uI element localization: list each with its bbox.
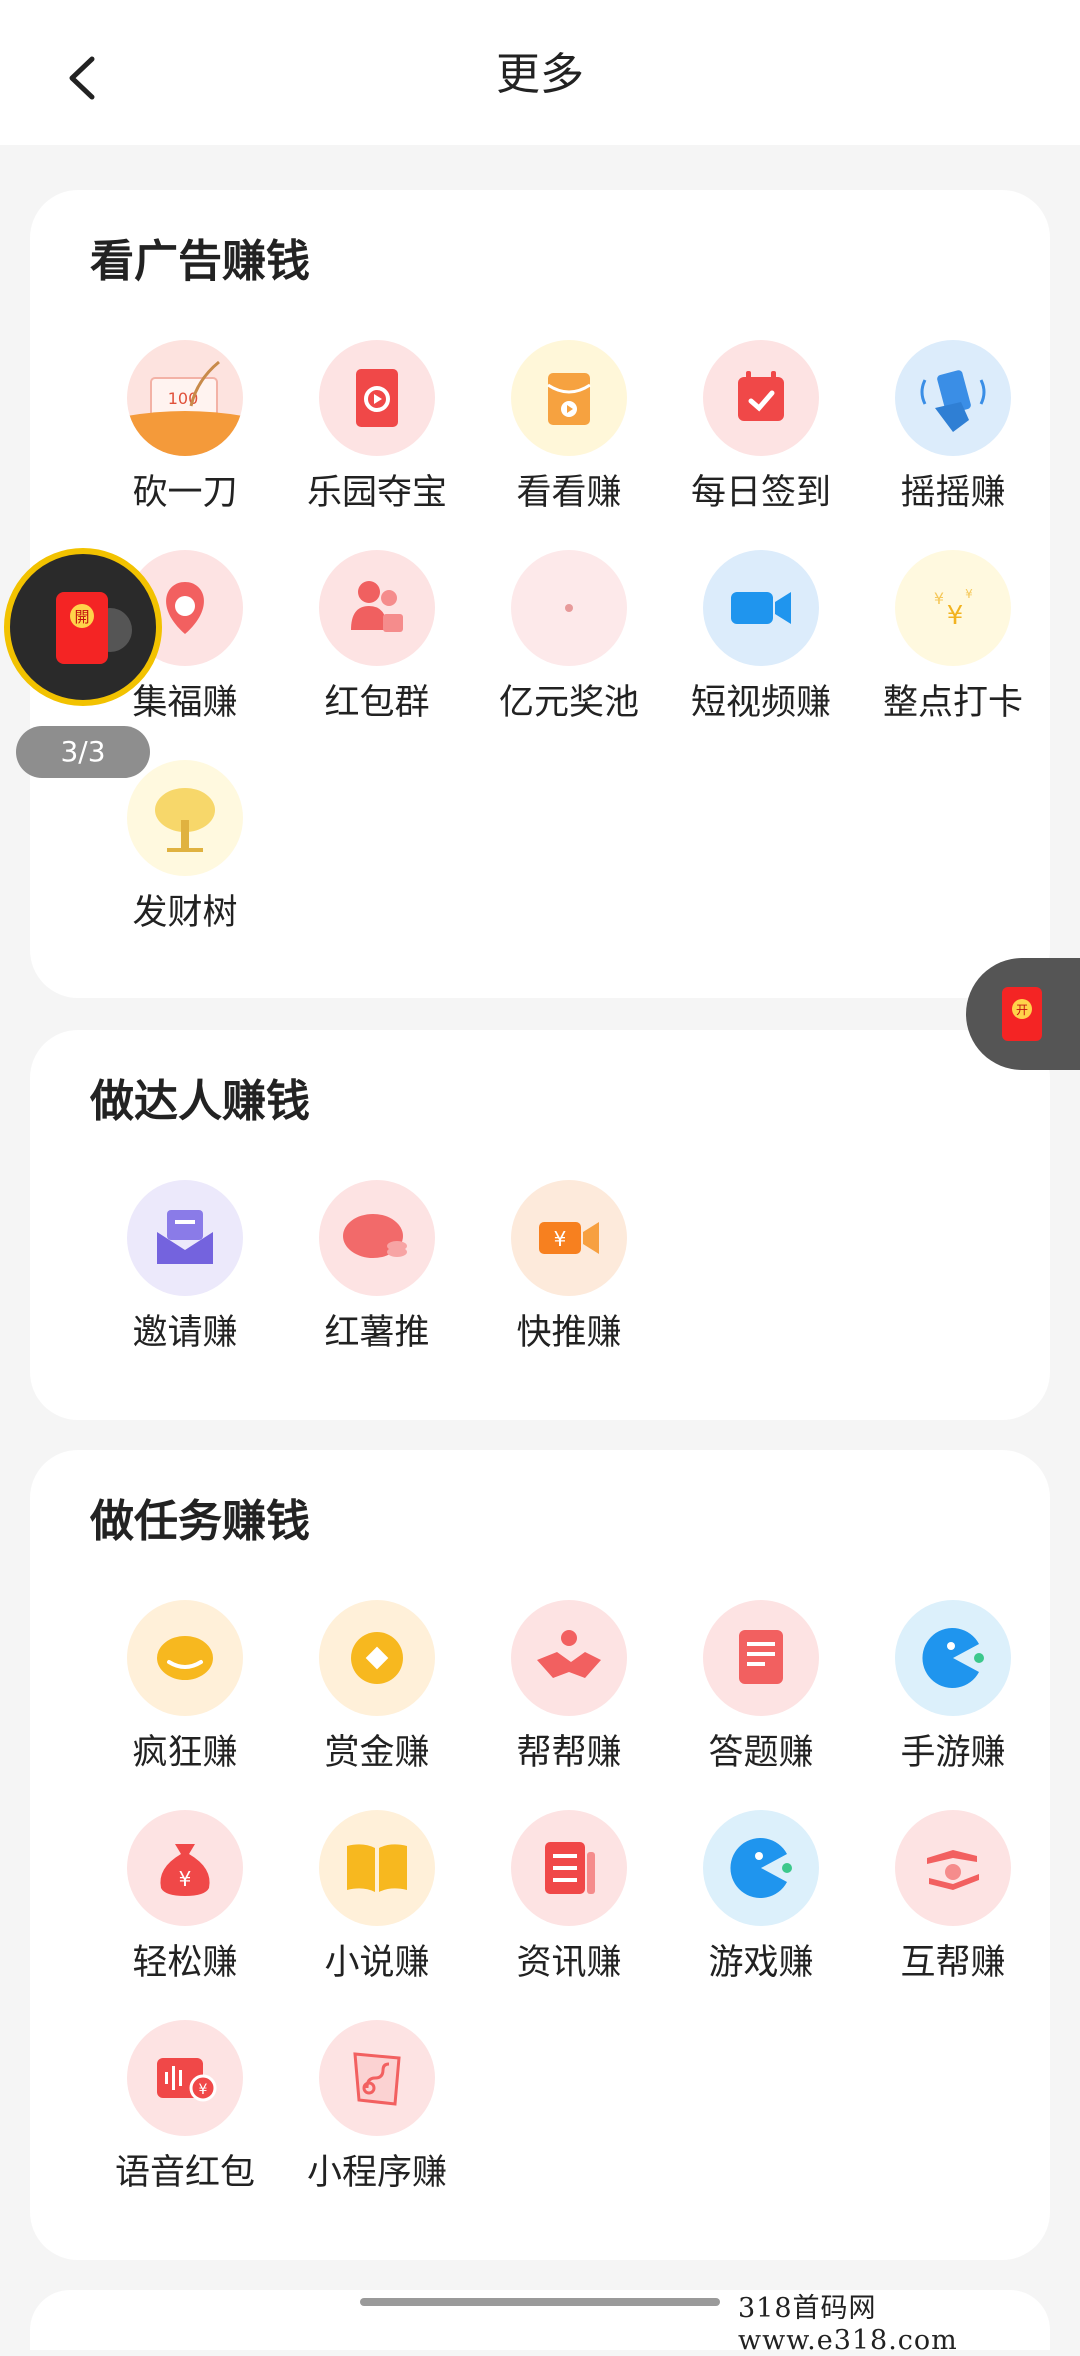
video-envelope-icon — [511, 340, 627, 456]
handshake-icon — [511, 1600, 627, 1716]
grid-item-fengkuangzhuan[interactable]: 疯狂赚 — [89, 1600, 281, 1790]
grid-item-label: 快推赚 — [516, 1313, 622, 1353]
page-title: 更多 — [496, 49, 584, 100]
grid-item-hongbaoqun[interactable]: 红包群 — [281, 550, 473, 740]
grid-item-label: 短视频赚 — [690, 683, 831, 723]
grid-item-label: 疯狂赚 — [132, 1733, 238, 1773]
grid-item-bangbangzhuan[interactable]: 帮帮赚 — [473, 1600, 665, 1790]
grid-item-hubangzhuan[interactable]: 互帮赚 — [857, 1810, 1049, 2000]
envelope-counter-badge: 3/3 — [16, 726, 150, 778]
mini-program-icon — [319, 2020, 435, 2136]
grid-item-leyuanduobao[interactable]: 乐园夺宝 — [281, 340, 473, 530]
svg-text:¥: ¥ — [947, 601, 964, 631]
grid-item-xiaoshuozhuan[interactable]: 小说赚 — [281, 1810, 473, 2000]
invite-mail-icon — [127, 1180, 243, 1296]
grid-item-kankanzhuan[interactable]: 看看赚 — [473, 340, 665, 530]
svg-text:¥: ¥ — [934, 589, 944, 608]
grid-item-label: 摇摇赚 — [900, 473, 1006, 513]
smile-coin-icon — [127, 1600, 243, 1716]
grid-item-label: 游戏赚 — [708, 1943, 814, 1983]
red-envelope-icon — [319, 340, 435, 456]
news-icon — [511, 1810, 627, 1926]
sweet-potato-icon — [319, 1180, 435, 1296]
grid-item-qingsongzhuan[interactable]: ¥ 轻松赚 — [89, 1810, 281, 2000]
floating-red-envelope-button[interactable]: 開 — [4, 548, 162, 706]
grid-item-label: 手游赚 — [900, 1733, 1006, 1773]
grid-item-label: 乐园夺宝 — [306, 473, 447, 513]
grid-item-label: 亿元奖池 — [498, 683, 639, 723]
svg-text:¥: ¥ — [179, 1867, 192, 1891]
section-title: 做达人赚钱 — [90, 1076, 310, 1127]
grid-item-shouyouzhuan[interactable]: 手游赚 — [857, 1600, 1049, 1790]
grid-item-label: 帮帮赚 — [516, 1733, 622, 1773]
grid-item-label: 小说赚 — [324, 1943, 430, 1983]
grid-item-meiriqiandao[interactable]: 每日签到 — [665, 340, 857, 530]
grid-item-duanshipinzhuan[interactable]: 短视频赚 — [665, 550, 857, 740]
section-influencer: 做达人赚钱 邀请赚 红薯推 ¥ 快推赚 — [30, 1030, 1050, 1420]
grid-item-label: 小程序赚 — [306, 2153, 447, 2193]
section-title: 做任务赚钱 — [90, 1496, 310, 1547]
video-camera-icon — [703, 550, 819, 666]
grid-item-yaoqingzhuan[interactable]: 邀请赚 — [89, 1180, 281, 1370]
grid-item-label: 答题赚 — [708, 1733, 814, 1773]
money-tree-icon — [127, 760, 243, 876]
grid-item-label: 互帮赚 — [900, 1943, 1006, 1983]
top-bar: 更多 — [0, 0, 1080, 145]
grid-item-yaoyaozhuan[interactable]: 摇摇赚 — [857, 340, 1049, 530]
svg-text:¥: ¥ — [199, 2082, 208, 2098]
pacman-icon — [703, 1810, 819, 1926]
grid-item-label: 资讯赚 — [516, 1943, 622, 1983]
shake-phone-icon — [895, 340, 1011, 456]
grid-item-label: 赏金赚 — [324, 1733, 430, 1773]
svg-text:¥: ¥ — [554, 1227, 567, 1251]
group-users-icon — [319, 550, 435, 666]
calendar-check-icon — [703, 340, 819, 456]
grid-item-hongshutui[interactable]: 红薯推 — [281, 1180, 473, 1370]
section-tasks: 做任务赚钱 疯狂赚 赏金赚 帮帮赚 答题赚 手游赚 ¥ 轻松赚 小说赚 资讯赚 … — [30, 1450, 1050, 2260]
grid-item-kanyidao[interactable]: 100 砍一刀 — [89, 340, 281, 530]
prize-pool-icon — [511, 550, 627, 666]
section-watch-ads: 看广告赚钱 100 砍一刀 乐园夺宝 看看赚 每日签到 摇摇赚 集福赚 红包群 … — [30, 190, 1050, 998]
grid-item-label: 每日签到 — [690, 473, 831, 513]
grid-item-shangjinzhuan[interactable]: 赏金赚 — [281, 1600, 473, 1790]
document-edit-icon — [703, 1600, 819, 1716]
grid-item-label: 红薯推 — [324, 1313, 430, 1353]
grid-item-label: 发财树 — [132, 893, 238, 933]
svg-text:¥: ¥ — [965, 587, 973, 601]
svg-text:开: 开 — [1016, 1003, 1028, 1017]
grid-item-label: 红包群 — [324, 683, 430, 723]
grid-item-youxizhuan[interactable]: 游戏赚 — [665, 1810, 857, 2000]
home-indicator — [360, 2298, 720, 2306]
section-title: 看广告赚钱 — [90, 236, 310, 287]
red-envelope-icon: 開 — [56, 592, 132, 664]
grid-item-yiyuanjiangchi[interactable]: 亿元奖池 — [473, 550, 665, 740]
grid-item-label: 邀请赚 — [132, 1313, 238, 1353]
watermark-text: 318首码网 www.e318.com — [738, 2293, 958, 2356]
svg-text:開: 開 — [74, 608, 89, 626]
floating-side-envelope-button[interactable]: 开 — [966, 958, 1080, 1070]
pacman-icon — [895, 1600, 1011, 1716]
grid-item-label: 整点打卡 — [882, 683, 1023, 723]
grid-item-yuyinhongbao[interactable]: ¥ 语音红包 — [89, 2020, 281, 2210]
grid-item-label: 看看赚 — [516, 473, 622, 513]
red-envelope-icon: 开 — [1002, 987, 1042, 1041]
cut-knife-icon: 100 — [127, 340, 243, 456]
grid-item-datizhuan[interactable]: 答题赚 — [665, 1600, 857, 1790]
grid-item-zhengdiandaka[interactable]: ¥ ¥ ¥ 整点打卡 — [857, 550, 1049, 740]
grid-item-label: 砍一刀 — [132, 473, 238, 513]
grid-item-kuaituizhuan[interactable]: ¥ 快推赚 — [473, 1180, 665, 1370]
voice-yen-icon: ¥ — [127, 2020, 243, 2136]
open-book-icon — [319, 1810, 435, 1926]
grid-item-label: 语音红包 — [114, 2153, 255, 2193]
grid-item-xiaochengxuzhuan[interactable]: 小程序赚 — [281, 2020, 473, 2210]
gold-coin-icon — [319, 1600, 435, 1716]
grid-item-zixunzhuan[interactable]: 资讯赚 — [473, 1810, 665, 2000]
hand-coin-icon — [895, 1810, 1011, 1926]
grid-item-facaishu[interactable]: 发财树 — [89, 760, 281, 950]
money-bag-icon: ¥ — [127, 1810, 243, 1926]
grid-item-label: 轻松赚 — [132, 1943, 238, 1983]
yen-coins-icon: ¥ ¥ ¥ — [895, 550, 1011, 666]
yen-video-icon: ¥ — [511, 1180, 627, 1296]
